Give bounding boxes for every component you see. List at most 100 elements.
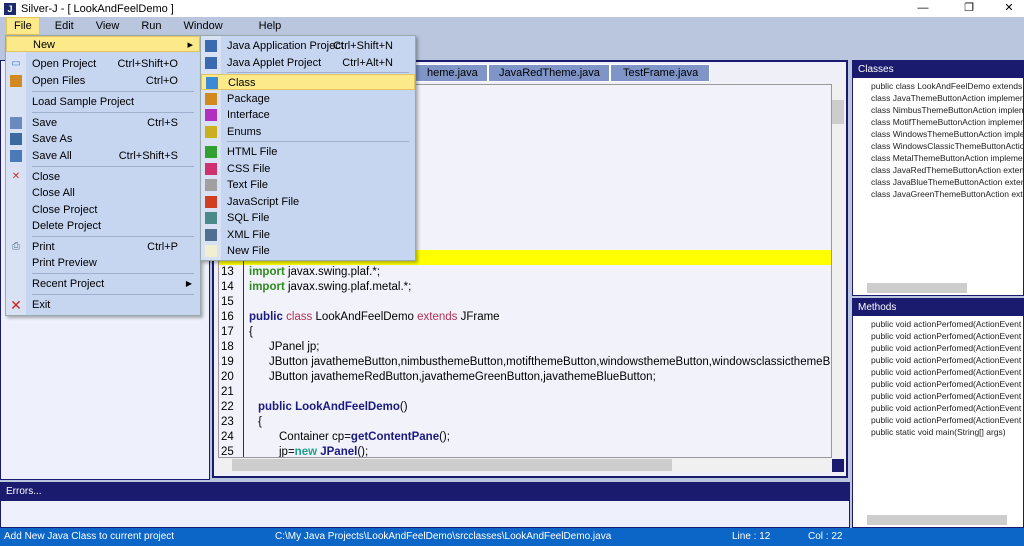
class-item[interactable]: class MetalThemeButtonAction implements [853,152,1023,164]
tab-theme-java[interactable]: heme.java [414,64,488,82]
status-bar: Add New Java Class to current project C:… [0,528,1024,546]
keyword: public [249,311,283,323]
class-item[interactable]: class JavaThemeButtonAction implements [853,92,1023,104]
editor-horizontal-scrollbar[interactable] [218,458,832,472]
submenu-item-enums[interactable]: Enums [201,124,415,140]
menu-item-print[interactable]: ⎙ Print Ctrl+P [6,239,200,255]
html-file-icon [205,146,217,158]
menu-item-close-project[interactable]: Close Project [6,202,200,218]
keyword: import [249,281,285,293]
menu-item-save[interactable]: Save Ctrl+S [6,115,200,131]
new-submenu: Java Application Project Ctrl+Shift+N Java… [200,35,416,261]
status-file-path: C:\My Java Projects\LookAndFeelDemo\srcc… [275,531,612,542]
item-label: JavaScript File [227,196,300,208]
scroll-corner [832,459,844,472]
code-line: 20 JButton javathemeRedButton,javathemeGr… [219,370,831,385]
methods-scrollbar[interactable] [867,515,1007,525]
method-item[interactable]: public void actionPerfomed(ActionEvent e… [853,414,1023,426]
menu-item-close-all[interactable]: Close All [6,185,200,201]
submenu-item-class[interactable]: Class [201,74,415,90]
menu-help[interactable]: Help [252,18,289,34]
save-as-icon [10,133,22,145]
method-item[interactable]: public void actionPerfomed(ActionEvent e… [853,378,1023,390]
text-file-icon [205,179,217,191]
menu-item-open-project[interactable]: ▭ Open Project Ctrl+Shift+O [6,56,200,72]
item-label: Class [228,77,256,89]
code-text: JFrame [457,311,500,323]
menu-item-save-as[interactable]: Save As [6,131,200,147]
class-item[interactable]: public class LookAndFeelDemo extends JFr… [853,80,1023,92]
submenu-item-sql-file[interactable]: SQL File [201,210,415,226]
code-text: jp= [279,446,295,458]
line-number: 13 [221,266,234,278]
submenu-item-package[interactable]: Package [201,91,415,107]
menu-item-load-sample[interactable]: Load Sample Project [6,94,200,110]
code-line: 16 public class LookAndFeelDemo extends J… [219,310,831,325]
menu-view[interactable]: View [89,18,127,34]
class-item[interactable]: class WindowsClassicThemeButtonAction im… [853,140,1023,152]
item-label: Text File [227,179,268,191]
method-item[interactable]: public void actionPerfomed(ActionEvent e… [853,330,1023,342]
submenu-item-java-applet-project[interactable]: Java Applet Project Ctrl+Alt+N [201,55,415,71]
method-item[interactable]: public void actionPerfomed(ActionEvent e… [853,366,1023,378]
window-title: Silver-J - [ LookAndFeelDemo ] [21,2,174,15]
folder-icon [10,75,22,87]
classes-scrollbar[interactable] [867,283,967,293]
class-item[interactable]: class MotifThemeButtonAction implements [853,116,1023,128]
menu-item-recent-project[interactable]: Recent Project ▶ [6,276,200,292]
minimize-button[interactable]: — [908,0,938,17]
submenu-item-new-file[interactable]: New File [201,243,415,259]
code-line: 22 public LookAndFeelDemo() [219,400,831,415]
menu-item-delete-project[interactable]: Delete Project [6,218,200,234]
item-label: XML File [227,229,270,241]
keyword: import [249,266,285,278]
class-item[interactable]: class JavaRedThemeButtonAction extends [853,164,1023,176]
line-number: 22 [221,401,234,413]
method-item[interactable]: public void actionPerfomed(ActionEvent e… [853,342,1023,354]
method-item[interactable]: public static void main(String[] args) [853,426,1023,438]
submenu-item-text-file[interactable]: Text File [201,177,415,193]
item-label: Print Preview [32,257,97,269]
menu-item-save-all[interactable]: Save All Ctrl+Shift+S [6,148,200,164]
editor-vertical-scrollbar[interactable] [832,84,844,458]
menu-item-new[interactable]: New ▸ [6,36,200,52]
method-item[interactable]: public void actionPerfomed(ActionEvent e… [853,318,1023,330]
menu-run[interactable]: Run [134,18,168,34]
tab-javaredtheme[interactable]: JavaRedTheme.java [488,64,610,82]
submenu-item-css-file[interactable]: CSS File [201,161,415,177]
submenu-item-java-application-project[interactable]: Java Application Project Ctrl+Shift+N [201,38,415,54]
menu-edit[interactable]: Edit [48,18,81,34]
css-file-icon [205,163,217,175]
scroll-thumb[interactable] [232,459,672,471]
scroll-thumb[interactable] [832,100,844,124]
method-item[interactable]: public void actionPerfomed(ActionEvent e… [853,354,1023,366]
item-label: Save As [32,133,73,145]
item-label: Exit [32,299,51,311]
class-item[interactable]: class NimbusThemeButtonAction implements [853,104,1023,116]
tab-testframe[interactable]: TestFrame.java [610,64,710,82]
open-folder-icon: ▭ [11,58,21,69]
submenu-item-javascript-file[interactable]: JavaScript File [201,194,415,210]
method-item[interactable]: public void actionPerfomed(ActionEvent e… [853,390,1023,402]
menu-item-print-preview[interactable]: Print Preview [6,255,200,271]
restore-button[interactable]: ❐ [954,0,984,17]
menu-item-open-files[interactable]: Open Files Ctrl+O [6,73,200,89]
submenu-item-interface[interactable]: Interface [201,107,415,123]
menu-file[interactable]: File [6,17,40,35]
close-window-button[interactable]: ✕ [994,0,1024,17]
classes-header: Classes [853,61,1023,78]
menu-window[interactable]: Window [177,18,230,34]
class-item[interactable]: class JavaGreenThemeButtonAction extends [853,188,1023,200]
method-item[interactable]: public void actionPerfomed(ActionEvent e… [853,402,1023,414]
class-item[interactable]: class WindowsThemeButtonAction implement… [853,128,1023,140]
menu-bar: File Edit View Run Window Help [0,17,1024,35]
submenu-item-html-file[interactable]: HTML File [201,144,415,160]
class-item[interactable]: class JavaBlueThemeButtonAction extends [853,176,1023,188]
code-line: 17 { [219,325,831,340]
menu-item-exit[interactable]: ✕ Exit [6,297,200,313]
enum-icon [205,126,217,138]
line-number: 25 [221,446,234,458]
menu-item-close[interactable]: ✕ Close [6,169,200,185]
submenu-item-xml-file[interactable]: XML File [201,227,415,243]
java-project-icon [205,40,217,52]
